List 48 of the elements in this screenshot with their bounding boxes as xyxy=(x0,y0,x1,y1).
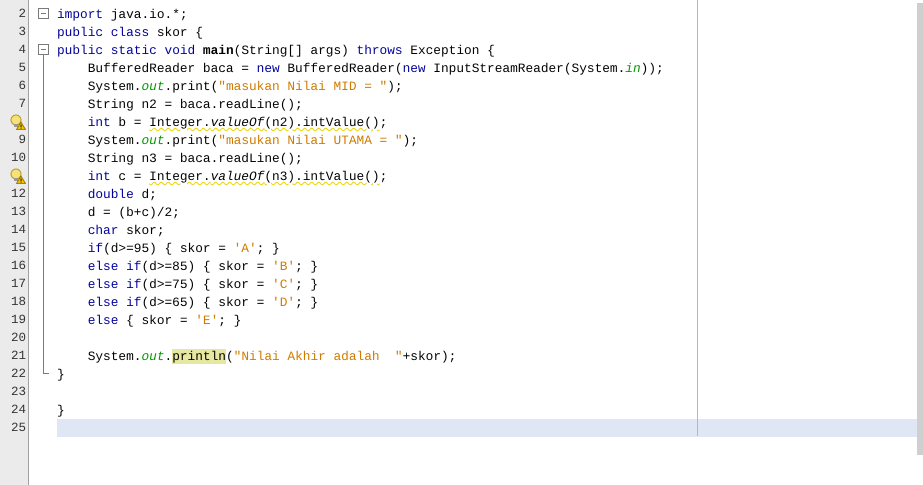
line-number: 20 xyxy=(10,330,26,347)
code-line: public class skor { xyxy=(57,24,203,42)
line-number: 12 xyxy=(10,186,26,203)
code-line: else if(d>=65) { skor = 'D'; } xyxy=(88,294,318,312)
line-number: 24 xyxy=(10,402,26,419)
line-number: 16 xyxy=(10,258,26,275)
line-number: 15 xyxy=(10,240,26,257)
line-number: 18 xyxy=(10,294,26,311)
line-number: 10 xyxy=(10,150,26,167)
line-number: 19 xyxy=(10,312,26,329)
code-line: System.out.print("masukan Nilai MID = "); xyxy=(88,78,403,96)
code-line: else { skor = 'E'; } xyxy=(88,312,242,330)
line-number: 23 xyxy=(10,384,26,401)
line-number: 21 xyxy=(10,348,26,365)
line-number: 6 xyxy=(18,78,26,95)
scrollbar[interactable] xyxy=(917,3,923,455)
code-line: int c = Integer.valueOf(n3).intValue(); xyxy=(88,168,388,186)
line-number: 14 xyxy=(10,222,26,239)
code-line: String n3 = baca.readLine(); xyxy=(88,150,303,168)
code-line: BufferedReader baca = new BufferedReader(new InputStreamReader(System.in)); xyxy=(88,60,664,78)
line-number: 7 xyxy=(18,96,26,113)
line-number: 17 xyxy=(10,276,26,293)
line-number: 3 xyxy=(18,24,26,41)
code-line: else if(d>=85) { skor = 'B'; } xyxy=(88,258,318,276)
line-number: 13 xyxy=(10,204,26,221)
code-line: double d; xyxy=(88,186,157,204)
code-line: public static void main(String[] args) throws Exception { xyxy=(57,42,495,60)
warning-bulb-icon[interactable] xyxy=(10,168,26,184)
code-line: else if(d>=75) { skor = 'C'; } xyxy=(88,276,318,294)
code-line: int b = Integer.valueOf(n2).intValue(); xyxy=(88,114,388,132)
line-number: 5 xyxy=(18,60,26,77)
code-line: if(d>=95) { skor = 'A'; } xyxy=(88,240,280,258)
line-number: 25 xyxy=(10,420,26,437)
code-line: } xyxy=(57,366,65,384)
line-number: 4 xyxy=(18,42,26,59)
line-number: 22 xyxy=(10,366,26,383)
warning-bulb-icon[interactable] xyxy=(10,114,26,130)
collapse-icon[interactable] xyxy=(38,44,48,59)
line-number: 9 xyxy=(18,132,26,149)
code-line: d = (b+c)/2; xyxy=(88,204,180,222)
line-number: 2 xyxy=(18,6,26,23)
code-line: String n2 = baca.readLine(); xyxy=(88,96,303,114)
code-line: System.out.print("masukan Nilai UTAMA = "); xyxy=(88,132,418,150)
collapse-icon[interactable] xyxy=(38,8,48,19)
code-line: char skor; xyxy=(88,222,164,240)
code-line: import java.io.*; xyxy=(57,6,188,24)
code-line: } xyxy=(57,402,65,420)
code-line: System.out.println("Nilai Akhir adalah "+skor); xyxy=(88,348,456,366)
